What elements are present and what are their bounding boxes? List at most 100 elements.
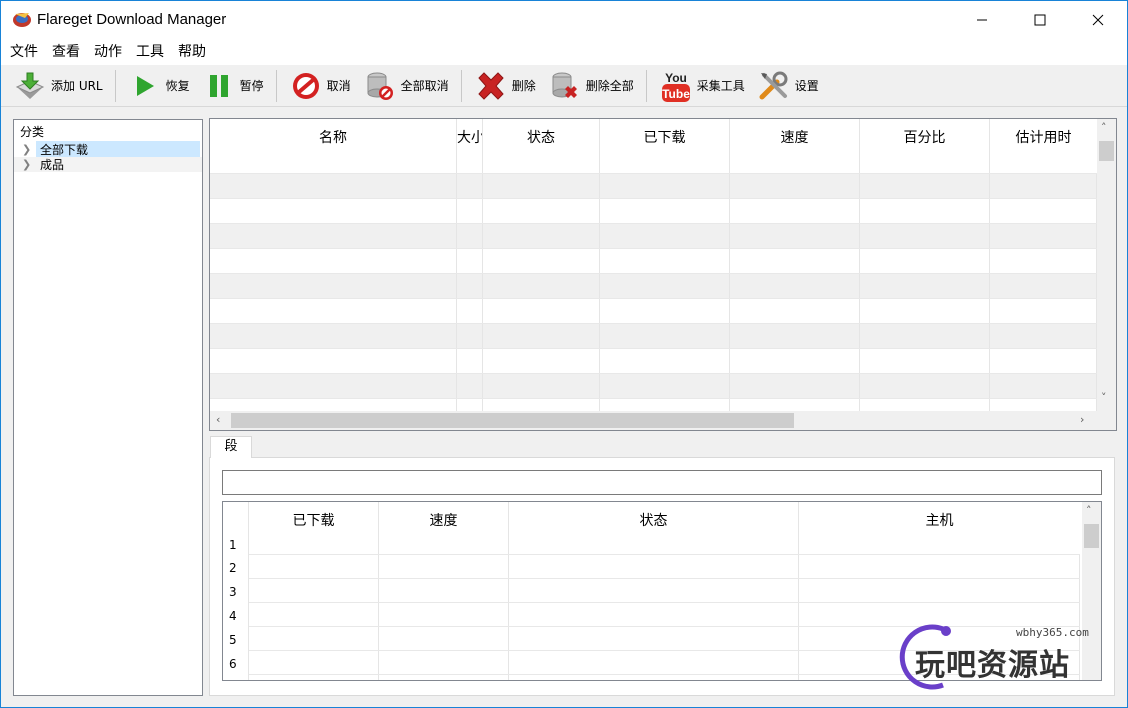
table-cell (210, 374, 457, 399)
column-header-host[interactable]: 主机 (799, 502, 1080, 554)
minimize-button[interactable] (953, 1, 1011, 39)
column-header-eta[interactable]: 估计用时 (990, 119, 1097, 173)
table-row[interactable] (249, 578, 1080, 603)
table-cell (483, 224, 600, 249)
table-cell (379, 579, 509, 603)
table-cell (509, 555, 799, 579)
table-row[interactable] (210, 373, 1097, 399)
tree-item-all-downloads[interactable]: ❯ 全部下载 (14, 141, 202, 158)
menu-tools[interactable]: 工具 (129, 39, 171, 65)
chevron-right-icon[interactable]: ❯ (22, 158, 36, 171)
delete-button[interactable]: 删除 (468, 67, 542, 105)
chevron-right-icon[interactable]: ❯ (22, 143, 36, 156)
table-cell (990, 349, 1097, 374)
horizontal-scrollbar[interactable]: ‹ › (210, 411, 1116, 430)
tree-item-finished[interactable]: ❯ 成品 (14, 157, 202, 172)
table-cell (249, 603, 379, 627)
scroll-left-icon[interactable]: ‹ (216, 413, 220, 426)
table-cell (509, 651, 799, 675)
scrollbar-thumb[interactable] (231, 413, 794, 428)
scroll-up-icon[interactable]: ˄ (1086, 504, 1092, 517)
column-header-status[interactable]: 状态 (509, 502, 799, 554)
cancel-all-button[interactable]: 全部取消 (357, 67, 455, 105)
table-row[interactable] (210, 248, 1097, 274)
downloads-table[interactable]: 名称 大小 状态 已下载 速度 百分比 估计用时 ˄ ˅ ‹ › (209, 118, 1117, 431)
table-row[interactable] (210, 298, 1097, 324)
table-cell (730, 174, 860, 199)
table-row[interactable] (249, 554, 1080, 579)
table-cell (249, 579, 379, 603)
menu-view[interactable]: 查看 (45, 39, 87, 65)
play-icon (136, 75, 154, 96)
column-header-name[interactable]: 名称 (210, 119, 457, 173)
category-tree[interactable]: 分类 ❯ 全部下载 ❯ 成品 (13, 119, 203, 696)
scroll-right-icon[interactable]: › (1080, 413, 1084, 426)
menu-help[interactable]: 帮助 (171, 39, 213, 65)
menu-file[interactable]: 文件 (3, 39, 45, 65)
tree-header: 分类 (20, 125, 45, 139)
table-cell (860, 199, 990, 224)
row-number: 1 (229, 538, 237, 552)
cancel-button[interactable]: 取消 (283, 67, 357, 105)
resume-button[interactable]: 恢复 (122, 67, 196, 105)
settings-label: 设置 (794, 79, 819, 93)
tree-item-label: 成品 (40, 158, 65, 172)
table-cell (990, 224, 1097, 249)
table-cell (600, 174, 730, 199)
table-cell (600, 374, 730, 399)
table-cell (509, 675, 799, 680)
table-cell (457, 374, 483, 399)
svg-text:Tube: Tube (662, 87, 690, 101)
column-header-downloaded[interactable]: 已下载 (600, 119, 730, 173)
table-cell (799, 579, 1080, 603)
table-cell (730, 274, 860, 299)
table-row[interactable] (210, 223, 1097, 249)
column-header-speed[interactable]: 速度 (379, 502, 509, 554)
scrollbar-thumb[interactable] (1099, 141, 1114, 161)
column-header-percent[interactable]: 百分比 (860, 119, 990, 173)
table-cell (509, 603, 799, 627)
table-cell (990, 299, 1097, 324)
table-cell (860, 324, 990, 349)
column-header-status[interactable]: 状态 (483, 119, 600, 173)
add-url-button[interactable]: 添加 URL (7, 67, 109, 105)
scrollbar-thumb[interactable] (1084, 524, 1099, 548)
table-cell (379, 651, 509, 675)
scroll-down-icon[interactable]: ˅ (1101, 391, 1107, 404)
watermark-url: wbhy365.com (1016, 626, 1089, 639)
tab-segments[interactable]: 段 (210, 436, 252, 458)
window-title: Flareget Download Manager (37, 11, 227, 28)
table-cell (600, 324, 730, 349)
table-row[interactable] (210, 348, 1097, 374)
table-cell (990, 324, 1097, 349)
table-cell (730, 324, 860, 349)
table-row[interactable] (210, 273, 1097, 299)
grabber-button[interactable]: You Tube 采集工具 (653, 67, 751, 105)
table-cell (249, 675, 379, 680)
maximize-button[interactable] (1011, 1, 1069, 39)
table-cell (483, 249, 600, 274)
vertical-scrollbar[interactable]: ˄ ˅ (1097, 119, 1116, 411)
close-button[interactable] (1069, 1, 1127, 39)
toolbar: 添加 URL 恢复 暂停 取消 全部取消 删除 删除全部 You Tube 采集… (1, 65, 1127, 107)
settings-button[interactable]: 设置 (751, 67, 825, 105)
cancel-all-label: 全部取消 (400, 79, 449, 93)
table-cell (249, 555, 379, 579)
table-cell (600, 224, 730, 249)
cancel-label: 取消 (326, 79, 351, 93)
scroll-up-icon[interactable]: ˄ (1101, 121, 1107, 134)
pause-label: 暂停 (239, 79, 264, 93)
table-cell (483, 174, 600, 199)
table-cell (860, 224, 990, 249)
row-number: 5 (229, 633, 237, 647)
table-row[interactable] (210, 173, 1097, 199)
column-header-speed[interactable]: 速度 (730, 119, 860, 173)
table-row[interactable] (210, 198, 1097, 224)
pause-button[interactable]: 暂停 (196, 67, 270, 105)
delete-all-button[interactable]: 删除全部 (542, 67, 640, 105)
column-header-downloaded[interactable]: 已下载 (249, 502, 379, 554)
column-header-size[interactable]: 大小 (457, 119, 483, 173)
menu-action[interactable]: 动作 (87, 39, 129, 65)
downloads-table-header: 名称 大小 状态 已下载 速度 百分比 估计用时 (210, 119, 1097, 173)
table-row[interactable] (210, 323, 1097, 349)
